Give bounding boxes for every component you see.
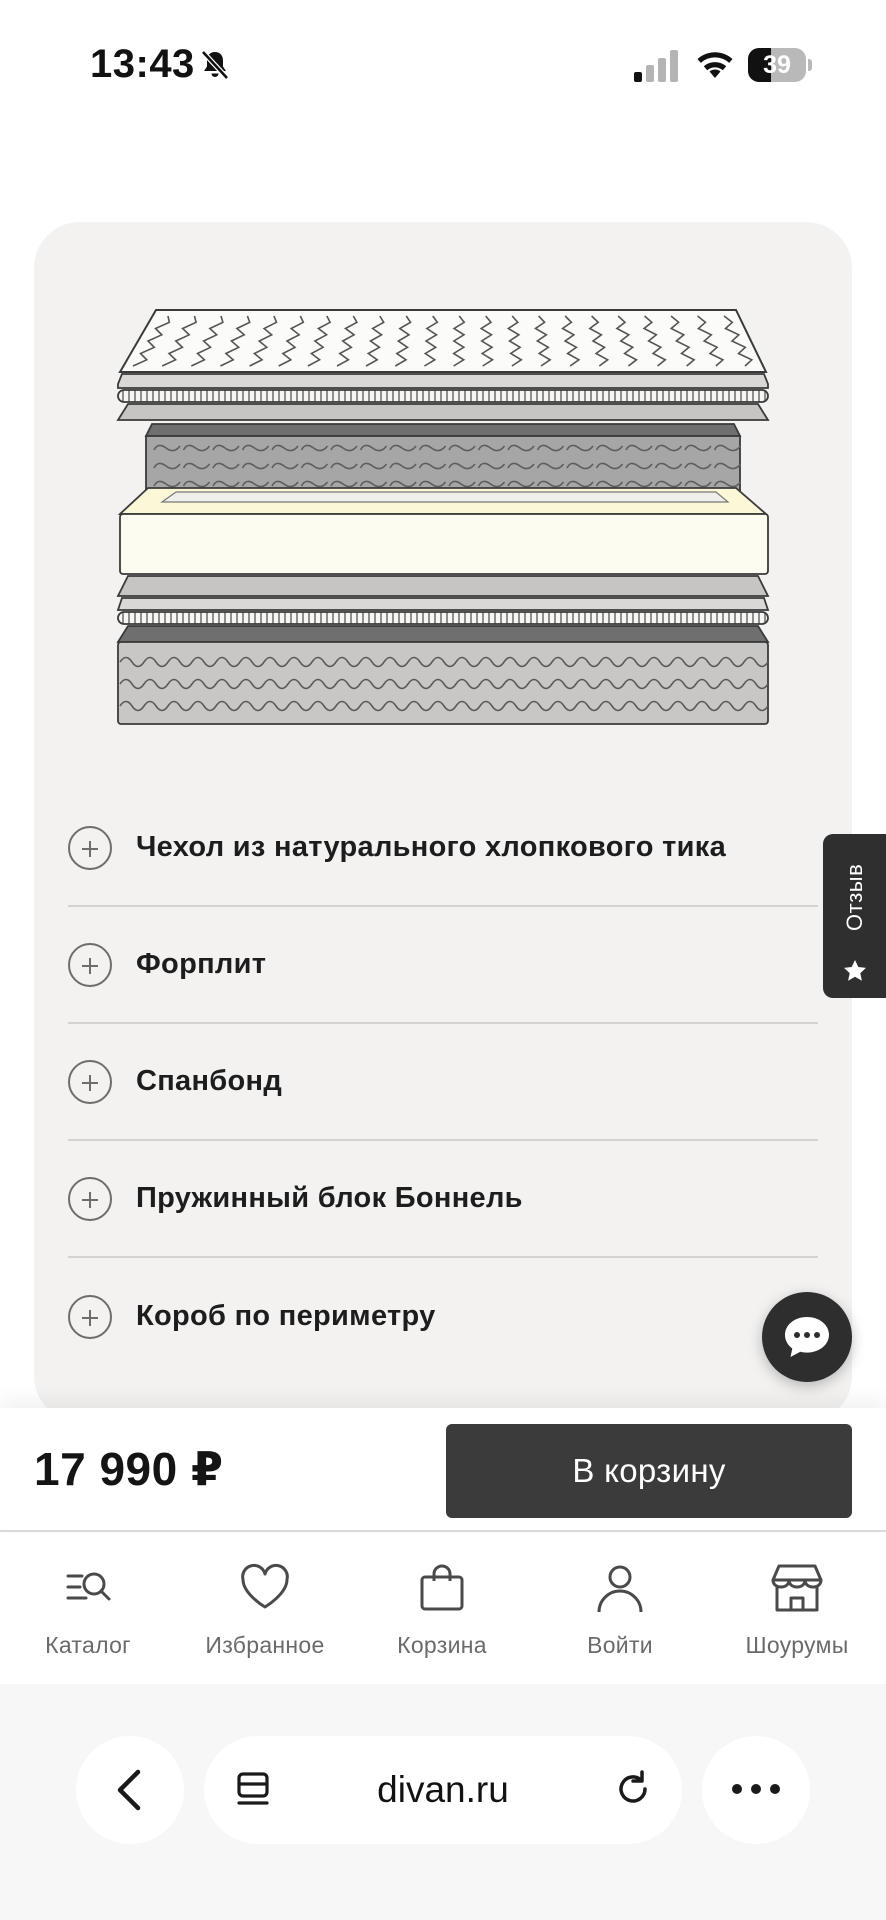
layer-accordion: Чехол из натурального хлопкового тика Фор… xyxy=(68,790,818,1375)
nav-favorites[interactable]: Избранное xyxy=(180,1560,350,1670)
chat-bubble-icon xyxy=(785,1317,829,1357)
plus-circle-icon[interactable] xyxy=(68,1176,112,1221)
url-text[interactable]: divan.ru xyxy=(284,1736,602,1844)
bag-icon xyxy=(420,1564,464,1611)
back-icon xyxy=(117,1769,141,1811)
layer-label: Форплит xyxy=(136,948,267,980)
nav-login[interactable]: Войти xyxy=(535,1560,705,1670)
battery-level: 39 xyxy=(763,51,791,79)
plus-circle-icon[interactable] xyxy=(68,825,112,870)
layer-label: Пружинный блок Боннель xyxy=(136,1182,523,1214)
browser-toolbar: divan.ru xyxy=(0,1684,886,1920)
add-to-cart-button[interactable]: В корзину xyxy=(446,1424,852,1518)
layer-label: Чехол из натурального хлопкового тика xyxy=(136,831,727,863)
layer-accordion-item[interactable]: Короб по периметру xyxy=(68,1258,818,1375)
review-tab-label: Отзыв xyxy=(842,863,867,931)
nav-label: Избранное xyxy=(205,1632,325,1658)
signal-icon xyxy=(634,50,678,82)
product-price: 17 990 ₽ xyxy=(34,1443,224,1495)
layer-accordion-item[interactable]: Спанбонд xyxy=(68,1024,818,1141)
bottom-navigation: Каталог Избранное Корзина Войти Шоурумы xyxy=(0,1534,886,1684)
reload-icon[interactable] xyxy=(612,1768,654,1810)
chat-button[interactable] xyxy=(762,1292,852,1382)
mattress-layers-illustration xyxy=(116,309,770,725)
tabs-icon[interactable] xyxy=(234,1770,274,1810)
browser-back-button[interactable] xyxy=(76,1736,184,1844)
browser-more-button[interactable] xyxy=(702,1736,810,1844)
layer-accordion-item[interactable]: Чехол из натурального хлопкового тика xyxy=(68,790,818,907)
plus-circle-icon[interactable] xyxy=(68,1059,112,1104)
catalog-search-icon xyxy=(66,1572,111,1601)
nav-showrooms[interactable]: Шоурумы xyxy=(712,1560,882,1670)
nav-label: Каталог xyxy=(45,1632,131,1658)
layer-label: Короб по периметру xyxy=(136,1300,436,1332)
layer-accordion-item[interactable]: Пружинный блок Боннель xyxy=(68,1141,818,1258)
nav-label: Корзина xyxy=(397,1632,487,1658)
wifi-icon xyxy=(697,52,733,78)
store-icon xyxy=(771,1564,823,1612)
plus-circle-icon[interactable] xyxy=(68,942,112,987)
status-time: 13:43 xyxy=(90,42,195,86)
bell-slash-icon xyxy=(201,50,229,80)
layer-accordion-item[interactable]: Форплит xyxy=(68,907,818,1024)
star-icon xyxy=(844,960,866,981)
heart-icon xyxy=(241,1563,289,1609)
review-tab[interactable]: Отзыв xyxy=(823,834,886,998)
status-bar: 13:43 39 xyxy=(0,0,886,130)
layer-label: Спанбонд xyxy=(136,1065,283,1097)
nav-label: Шоурумы xyxy=(745,1632,849,1658)
user-icon xyxy=(597,1565,643,1613)
address-bar[interactable]: divan.ru xyxy=(204,1736,682,1844)
plus-circle-icon[interactable] xyxy=(68,1294,112,1339)
battery-icon: 39 xyxy=(748,48,812,82)
nav-label: Войти xyxy=(587,1632,653,1658)
more-icon xyxy=(732,1784,780,1794)
nav-cart[interactable]: Корзина xyxy=(357,1560,527,1670)
buy-bar: 17 990 ₽ В корзину xyxy=(0,1408,886,1532)
nav-catalog[interactable]: Каталог xyxy=(3,1560,173,1670)
